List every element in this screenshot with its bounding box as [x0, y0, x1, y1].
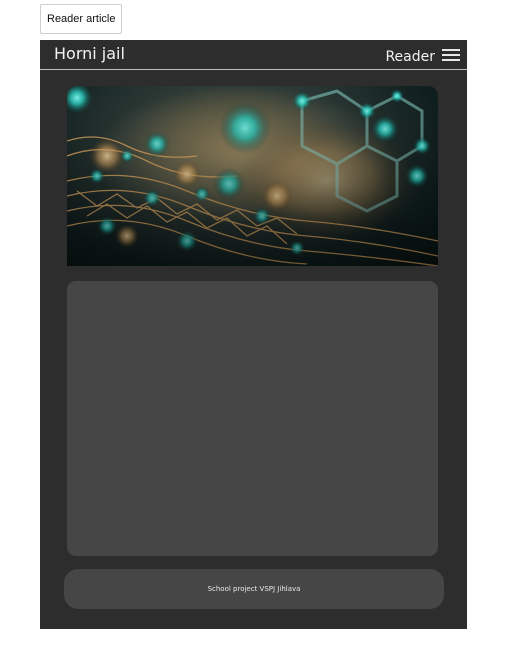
article-content-card [67, 281, 438, 556]
app-container: Horni jail Reader School project VSPJ Ji… [40, 40, 467, 629]
reader-article-button[interactable]: Reader article [40, 4, 123, 34]
hero-image [67, 86, 438, 266]
nav-label: Reader [385, 49, 435, 65]
site-title-link[interactable]: Horni jail [54, 43, 125, 65]
site-header: Horni jail Reader [40, 40, 467, 70]
hamburger-menu-icon[interactable] [442, 48, 460, 62]
footer-text: School project VSPJ Jihlava [207, 585, 301, 593]
site-footer: School project VSPJ Jihlava [64, 569, 444, 609]
